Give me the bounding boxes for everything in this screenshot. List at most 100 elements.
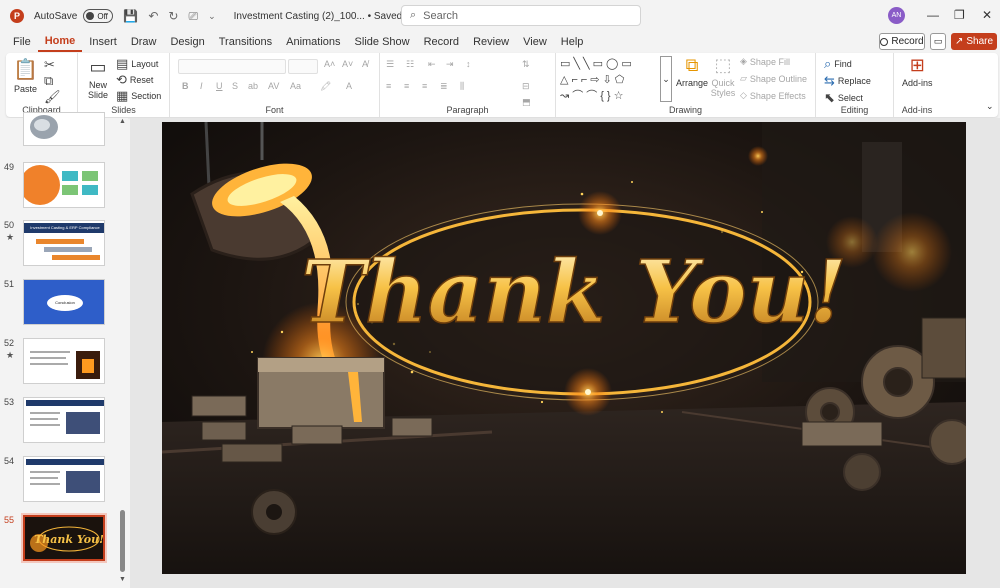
tab-review[interactable]: Review xyxy=(466,32,516,52)
replace-icon: ⇆ xyxy=(824,73,835,88)
font-size-combo[interactable] xyxy=(288,59,318,74)
slide-thumbnail[interactable] xyxy=(23,338,105,384)
strikethrough-icon[interactable]: S xyxy=(232,81,238,91)
tab-animations[interactable]: Animations xyxy=(279,32,347,52)
align-text-icon[interactable]: ⊟ xyxy=(522,81,530,92)
collapse-ribbon-icon[interactable]: ⌄ xyxy=(986,101,994,112)
change-case-icon[interactable]: Aa xyxy=(290,81,301,91)
grow-font-icon[interactable]: A˄ xyxy=(324,59,335,69)
thumbnail-caption: Conclusion xyxy=(55,300,75,305)
font-color-icon[interactable]: A xyxy=(346,81,352,91)
thumbnail-scrollbar[interactable]: ▲ ▼ xyxy=(119,118,127,583)
restore-icon[interactable]: ❐ xyxy=(954,8,965,22)
minimize-icon[interactable]: — xyxy=(927,8,939,22)
reset-icon: ⟲ xyxy=(116,72,127,87)
tab-draw[interactable]: Draw xyxy=(124,32,164,52)
quick-styles-button[interactable]: ⬚ Quick Styles xyxy=(708,55,738,98)
autosave-toggle[interactable]: Off xyxy=(83,9,114,23)
align-right-icon[interactable]: ≡ xyxy=(422,81,427,91)
slide-thumbnail[interactable] xyxy=(23,456,105,502)
current-slide[interactable]: Thank You! xyxy=(162,122,966,574)
record-button[interactable]: Record xyxy=(879,33,925,50)
shape-fill-button[interactable]: ◈ Shape Fill xyxy=(740,56,790,67)
align-left-icon[interactable]: ≡ xyxy=(386,81,391,91)
new-slide-button[interactable]: ▭ New Slide xyxy=(84,57,112,100)
addins-button[interactable]: ⊞ Add-ins xyxy=(902,55,933,88)
tab-insert[interactable]: Insert xyxy=(82,32,124,52)
present-icon[interactable]: ⎚ xyxy=(188,9,198,24)
avatar[interactable]: AN xyxy=(888,7,905,24)
section-button[interactable]: ▦ Section xyxy=(116,88,161,104)
addins-group: ⊞ Add-ins Add-ins xyxy=(894,53,940,117)
align-center-icon[interactable]: ≡ xyxy=(404,81,409,91)
layout-button[interactable]: ▤ Layout xyxy=(116,56,158,72)
shape-effects-button[interactable]: ◇ Shape Effects xyxy=(740,90,806,101)
save-icon[interactable]: 💾 xyxy=(123,9,138,23)
tab-file[interactable]: File xyxy=(6,32,38,52)
underline-icon[interactable]: U xyxy=(216,81,223,91)
paste-button[interactable]: 📋 Paste xyxy=(13,57,38,94)
section-label: Section xyxy=(131,91,162,101)
shrink-font-icon[interactable]: A˅ xyxy=(342,59,353,69)
scroll-down-icon[interactable]: ▼ xyxy=(119,576,126,583)
line-spacing-icon[interactable]: ↕ xyxy=(466,59,471,69)
tab-help[interactable]: Help xyxy=(554,32,591,52)
bold-icon[interactable]: B xyxy=(182,81,189,91)
decrease-indent-icon[interactable]: ⇤ xyxy=(428,59,436,70)
slide-thumbnail[interactable] xyxy=(23,397,105,443)
tab-view[interactable]: View xyxy=(516,32,554,52)
replace-button[interactable]: ⇆ Replace xyxy=(824,73,871,89)
highlight-icon[interactable]: 🖍 xyxy=(320,81,331,92)
clear-format-icon[interactable]: A̸ xyxy=(362,59,368,69)
tab-record[interactable]: Record xyxy=(417,32,466,52)
select-button[interactable]: ⬉ Select xyxy=(824,90,863,106)
quick-styles-label: Quick Styles xyxy=(710,78,736,98)
slide-thumbnail[interactable]: Thank You! xyxy=(21,513,107,563)
shapes-gallery[interactable]: ▭╲╲▭◯▭ △⌐⌐⇨⇩⬠ ↝⌒⌒{}☆ xyxy=(560,56,664,102)
scroll-up-icon[interactable]: ▲ xyxy=(119,118,126,125)
columns-icon[interactable]: ⫼ xyxy=(460,81,464,92)
arrange-button[interactable]: ⧉ Arrange xyxy=(676,55,708,88)
layout-label: Layout xyxy=(131,59,159,69)
slide-thumbnail[interactable] xyxy=(23,162,105,208)
clipboard-group: 📋 Paste ✂ ⧉ 🖌 Clipboard xyxy=(6,53,78,117)
bullets-icon[interactable]: ☰ xyxy=(386,59,394,70)
justify-icon[interactable]: ≣ xyxy=(440,81,448,92)
arrange-label: Arrange xyxy=(676,78,709,88)
cut-icon[interactable]: ✂ xyxy=(44,57,55,73)
slide-thumbnail[interactable]: Investment Casting & ERP Compliance xyxy=(23,220,105,266)
reset-button[interactable]: ⟲ Reset xyxy=(116,72,153,88)
scroll-thumb[interactable] xyxy=(120,510,125,572)
comments-button[interactable]: ▭ xyxy=(930,33,946,50)
format-painter-icon[interactable]: 🖌 xyxy=(44,89,61,105)
tab-transitions[interactable]: Transitions xyxy=(212,32,279,52)
section-icon: ▦ xyxy=(116,88,129,103)
copy-icon[interactable]: ⧉ xyxy=(44,73,53,89)
font-name-combo[interactable] xyxy=(178,59,286,74)
numbering-icon[interactable]: ☷ xyxy=(406,59,414,70)
search-box[interactable]: ⌕ Search xyxy=(401,5,641,26)
share-button[interactable]: ↗ Share xyxy=(951,33,997,50)
thumbnail-partial[interactable] xyxy=(23,112,105,146)
undo-icon[interactable]: ↶ xyxy=(148,9,158,23)
thank-you-text: Thank You! xyxy=(301,242,847,343)
find-button[interactable]: ⌕ Find xyxy=(824,56,852,72)
close-icon[interactable]: ✕ xyxy=(982,8,992,22)
shapes-more-icon[interactable]: ⌄ xyxy=(660,56,672,102)
shadow-icon[interactable]: ab xyxy=(248,81,258,91)
new-slide-label: New Slide xyxy=(87,80,108,100)
shape-outline-button[interactable]: ▱ Shape Outline xyxy=(740,73,807,84)
animation-star-icon: ★ xyxy=(6,232,15,242)
tab-home[interactable]: Home xyxy=(37,32,83,52)
tab-design[interactable]: Design xyxy=(163,32,211,52)
drawing-label: Drawing xyxy=(668,105,702,115)
italic-icon[interactable]: I xyxy=(200,81,203,91)
thumbnail-number: 55 xyxy=(4,515,15,525)
tab-slide-show[interactable]: Slide Show xyxy=(348,32,417,52)
text-direction-icon[interactable]: ⇅ xyxy=(522,59,530,70)
char-spacing-icon[interactable]: AV xyxy=(268,81,279,91)
redo-icon[interactable]: ↻ xyxy=(168,9,178,23)
increase-indent-icon[interactable]: ⇥ xyxy=(446,59,454,70)
slide-thumbnail[interactable]: Conclusion xyxy=(23,279,105,325)
customize-qat-icon[interactable]: ⌄ xyxy=(208,11,216,22)
